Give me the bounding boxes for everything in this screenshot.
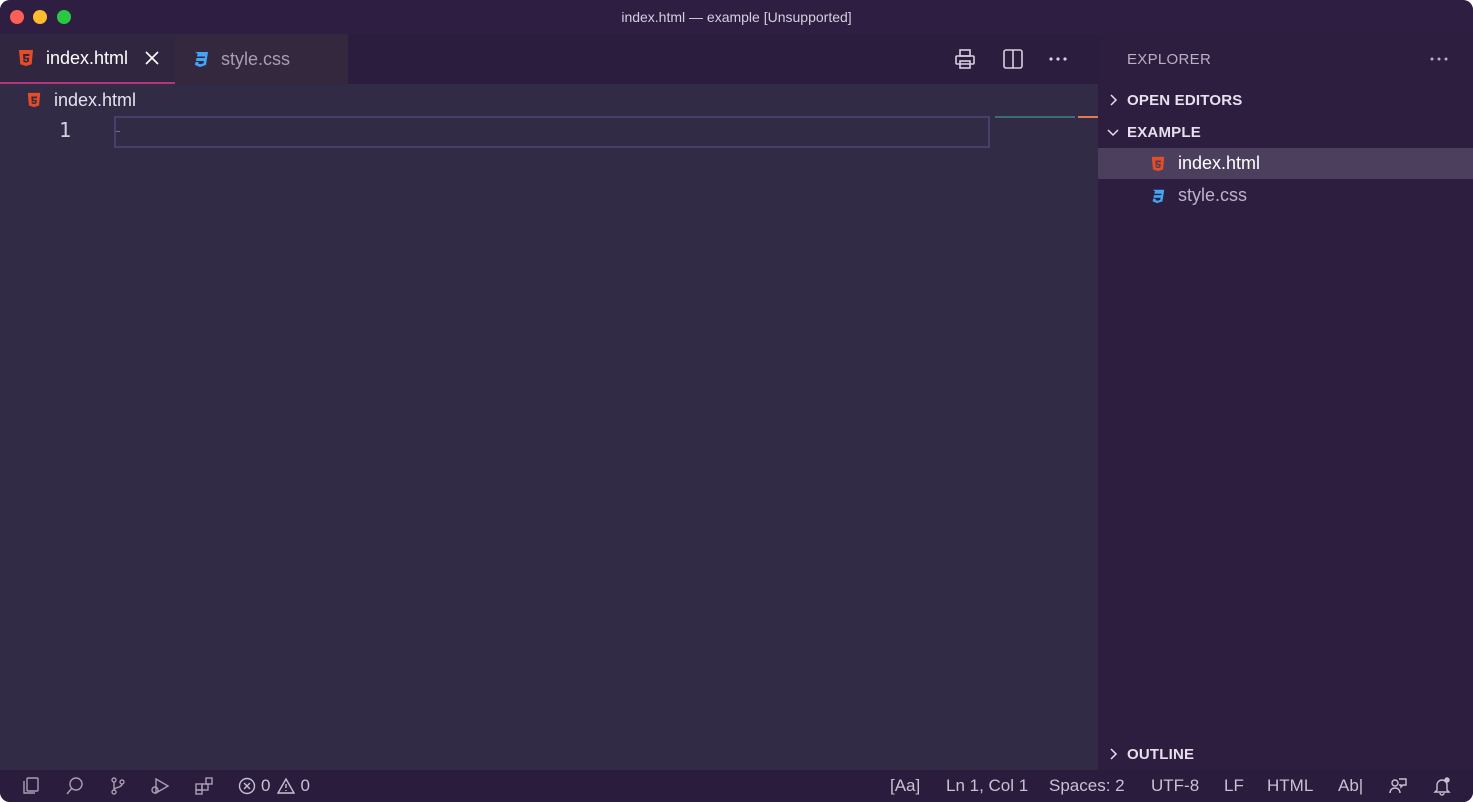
file-item-index-html[interactable]: index.html [1098,148,1473,179]
warning-icon [277,777,296,794]
file-item-style-css[interactable]: style.css [1098,180,1473,211]
chevron-down-icon [1106,125,1120,139]
sidebar-title: EXPLORER [1127,51,1212,68]
extensions-icon[interactable] [194,770,214,802]
current-line-highlight [114,116,990,148]
search-icon[interactable] [65,770,85,802]
html5-icon [17,49,35,67]
app-window: index.html — example [Unsupported] index… [0,0,1473,802]
explorer-icon[interactable] [21,770,41,802]
html5-icon [26,91,42,109]
chevron-right-icon [1106,93,1120,107]
section-label: OUTLINE [1127,745,1195,763]
tab-bar: index.html style.css [0,34,1098,84]
breadcrumb: index.html [0,84,1098,116]
print-icon[interactable] [953,47,977,71]
overview-ruler-marker [1078,116,1098,118]
tab-style-css[interactable]: style.css [175,34,348,84]
css3-icon [1150,187,1166,205]
warning-count: 0 [300,776,310,795]
title-bar: index.html — example [Unsupported] [0,0,1473,34]
notifications-icon[interactable] [1432,770,1452,802]
eol-indicator[interactable]: LF [1224,770,1244,802]
text-cursor [116,131,120,132]
section-label: OPEN EDITORS [1127,91,1243,109]
section-example-folder[interactable]: EXAMPLE [1098,118,1473,146]
case-sensitive-indicator[interactable]: [Aa] [890,770,920,802]
more-actions-icon[interactable] [1046,47,1070,71]
error-icon [238,777,256,795]
minimap-slider[interactable] [995,116,1075,118]
section-label: EXAMPLE [1127,123,1201,141]
cursor-position[interactable]: Ln 1, Col 1 [946,770,1028,802]
tab-label: style.css [221,48,291,69]
language-mode[interactable]: HTML [1267,770,1313,802]
file-label: index.html [1178,153,1261,173]
explorer-sidebar: EXPLORER OPEN EDITORS EXAMPLE index.html [1098,34,1473,770]
breadcrumb-file[interactable]: index.html [54,90,136,111]
more-actions-icon[interactable] [1427,47,1451,71]
window-title: index.html — example [Unsupported] [621,9,852,25]
section-open-editors[interactable]: OPEN EDITORS [1098,86,1473,114]
problems-indicator[interactable]: 0 0 [238,770,310,802]
chevron-right-icon [1106,747,1120,761]
line-number: 1 [58,118,72,142]
tab-label: index.html [46,47,129,68]
html5-icon [1150,155,1166,173]
status-bar: 0 0 [Aa] Ln 1, Col 1 Spaces: 2 UTF-8 LF … [0,770,1473,802]
section-outline[interactable]: OUTLINE [1098,740,1473,768]
editor-actions [898,34,1098,84]
split-editor-icon[interactable] [1001,47,1025,71]
css3-icon [192,50,210,68]
error-count: 0 [261,776,271,795]
code-editor[interactable]: 1 [0,116,1098,770]
file-label: style.css [1178,185,1248,205]
indentation-indicator[interactable]: Spaces: 2 [1049,770,1125,802]
run-debug-icon[interactable] [150,770,170,802]
encoding-indicator[interactable]: UTF-8 [1151,770,1199,802]
feedback-icon[interactable] [1388,770,1408,802]
close-tab-icon[interactable] [143,49,161,67]
spell-check-indicator[interactable]: Ab| [1338,770,1363,802]
tab-index-html[interactable]: index.html [0,34,175,84]
source-control-icon[interactable] [108,770,128,802]
